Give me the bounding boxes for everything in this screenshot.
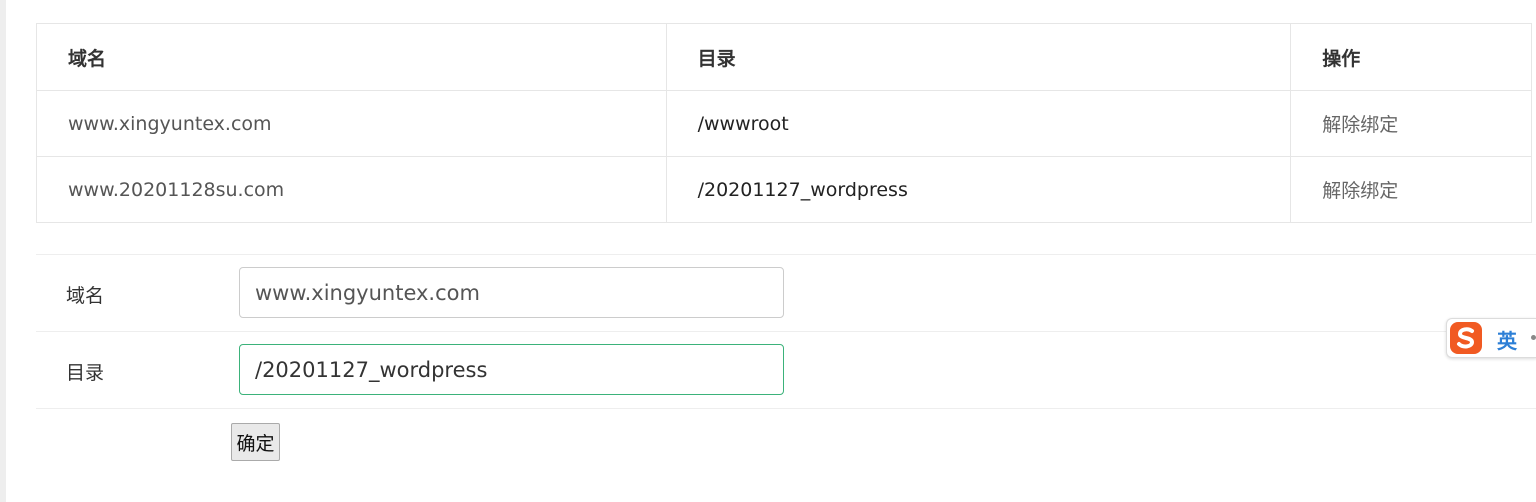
domain-form-row: 域名: [36, 254, 1536, 331]
directory-label: 目录: [66, 362, 105, 384]
domain-binding-table: 域名 目录 操作 www.xingyuntex.com /wwwroot 解除绑…: [36, 23, 1532, 223]
directory-cell: /20201127_wordpress: [665, 156, 1292, 223]
unbind-link[interactable]: 解除绑定: [1290, 90, 1532, 157]
table-row: www.20201128su.com /20201127_wordpress 解…: [36, 156, 1532, 223]
column-header-directory: 目录: [665, 23, 1292, 91]
domain-label: 域名: [66, 285, 105, 307]
domain-cell: www.xingyuntex.com: [36, 90, 667, 157]
sogou-s-icon: [1449, 321, 1483, 355]
ime-status-bar[interactable]: 英: [1446, 318, 1536, 358]
ime-menu-dot-icon[interactable]: [1531, 335, 1536, 340]
directory-cell: /wwwroot: [665, 90, 1292, 157]
submit-row: 确定: [36, 408, 1536, 489]
directory-form-row: 目录: [36, 331, 1536, 408]
directory-input[interactable]: [239, 344, 784, 395]
table-header-row: 域名 目录 操作: [36, 23, 1532, 91]
unbind-link[interactable]: 解除绑定: [1290, 156, 1532, 223]
column-header-action: 操作: [1290, 23, 1532, 91]
domain-binding-panel: 域名 目录 操作 www.xingyuntex.com /wwwroot 解除绑…: [36, 0, 1536, 502]
domain-cell: www.20201128su.com: [36, 156, 667, 223]
ime-language-indicator[interactable]: 英: [1497, 325, 1517, 354]
domain-input[interactable]: [239, 267, 784, 318]
table-row: www.xingyuntex.com /wwwroot 解除绑定: [36, 90, 1532, 157]
confirm-button[interactable]: 确定: [231, 423, 280, 461]
column-header-domain: 域名: [36, 23, 667, 91]
bind-domain-form: 域名 目录 确定: [36, 254, 1536, 489]
page-left-border: [0, 0, 6, 502]
